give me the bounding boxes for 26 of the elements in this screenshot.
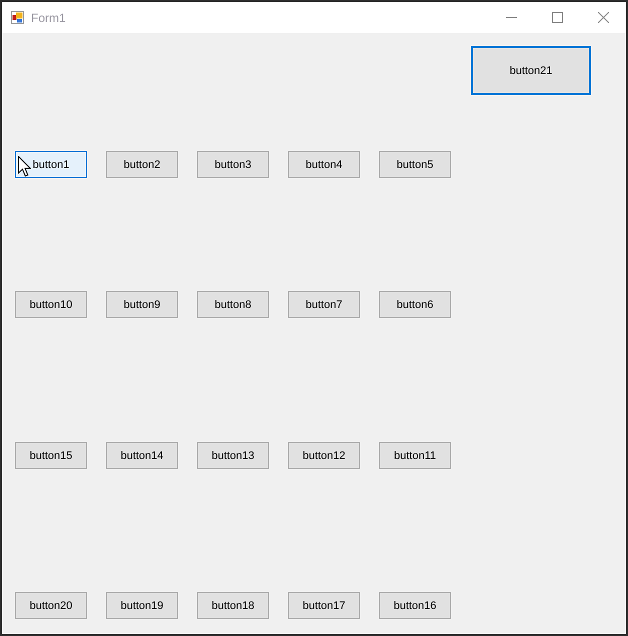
form-button[interactable]: button14 bbox=[106, 442, 178, 469]
maximize-icon bbox=[552, 12, 562, 23]
form-button[interactable]: button5 bbox=[379, 151, 451, 178]
form-button[interactable]: button9 bbox=[106, 291, 178, 318]
form-button[interactable]: button3 bbox=[197, 151, 269, 178]
form-button[interactable]: button21 bbox=[471, 46, 591, 95]
form-button[interactable]: button11 bbox=[379, 442, 451, 469]
mouse-pointer-icon bbox=[18, 156, 31, 177]
form-button[interactable]: button1 bbox=[15, 151, 87, 178]
form-button[interactable]: button17 bbox=[288, 592, 360, 619]
form-button[interactable]: button7 bbox=[288, 291, 360, 318]
form-button[interactable]: button6 bbox=[379, 291, 451, 318]
close-icon bbox=[598, 12, 608, 23]
form-button[interactable]: button12 bbox=[288, 442, 360, 469]
form-button[interactable]: button19 bbox=[106, 592, 178, 619]
form-button[interactable]: button2 bbox=[106, 151, 178, 178]
form-button[interactable]: button4 bbox=[288, 151, 360, 178]
app-icon bbox=[11, 11, 24, 24]
form-button[interactable]: button16 bbox=[379, 592, 451, 619]
form-button[interactable]: button15 bbox=[15, 442, 87, 469]
window-title: Form1 bbox=[31, 10, 66, 26]
form-button[interactable]: button10 bbox=[15, 291, 87, 318]
form-button[interactable]: button8 bbox=[197, 291, 269, 318]
form-button[interactable]: button18 bbox=[197, 592, 269, 619]
form-button[interactable]: button20 bbox=[15, 592, 87, 619]
form-button[interactable]: button13 bbox=[197, 442, 269, 469]
